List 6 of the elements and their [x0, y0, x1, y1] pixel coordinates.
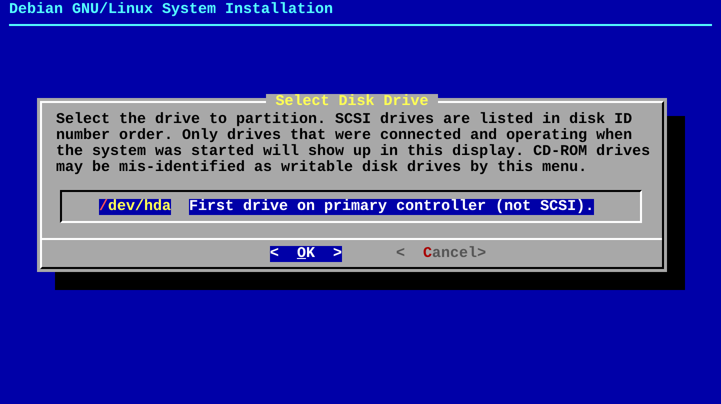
drive-device: /dev/hda — [99, 198, 172, 214]
dialog-message: Select the drive to partition. SCSI drives are listed in disk ID number order. Only drives that were connected and operating when the system was started will show up in this display. CD-ROM drives may be mis-identified as writable disk drives by this menu. — [56, 112, 650, 176]
drive-description: First drive on primary controller (not SCSI). — [189, 198, 594, 214]
drive-item[interactable]: /dev/hda First drive on primary controller (not SCSI). — [99, 198, 640, 214]
screen-title: Debian GNU/Linux System Installation — [9, 2, 334, 18]
ok-button[interactable]: < OK > — [270, 246, 342, 262]
